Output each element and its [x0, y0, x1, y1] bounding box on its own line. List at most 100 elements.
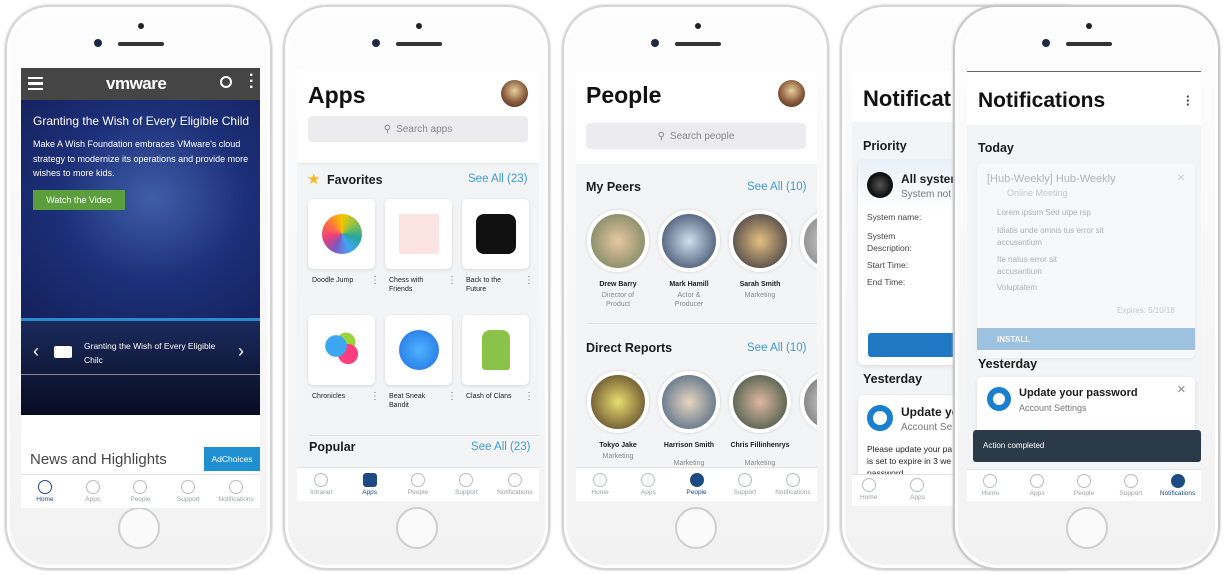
- tab-apps[interactable]: Apps: [624, 468, 672, 501]
- screen-apps: Apps ⚲ Search apps ★ Favorites See All (2…: [297, 70, 539, 501]
- app-more-icon[interactable]: ⋮: [447, 392, 457, 402]
- app-tile[interactable]: [308, 199, 375, 269]
- tab-intranet[interactable]: Intranet: [297, 468, 345, 501]
- apps-icon: [910, 478, 925, 492]
- tab-notifications[interactable]: Notifications: [769, 468, 817, 501]
- person-name[interactable]: Drew Barry: [583, 280, 653, 289]
- kebab-icon[interactable]: · · ·: [1186, 90, 1190, 111]
- tab-people[interactable]: People: [394, 468, 442, 501]
- compass-icon: [475, 214, 516, 254]
- reports-see-all[interactable]: See All (10): [747, 342, 806, 354]
- person-name[interactable]: F: [796, 441, 817, 450]
- front-camera: [94, 39, 102, 47]
- carousel-bar: ‹ Granting the Wish of Every Eligible Ch…: [21, 318, 260, 415]
- home-button[interactable]: [396, 507, 438, 549]
- app-tile[interactable]: [462, 199, 529, 269]
- close-icon[interactable]: ×: [1177, 381, 1186, 398]
- person-avatar[interactable]: [658, 210, 720, 272]
- person-role: Marketing: [602, 453, 634, 460]
- install-button[interactable]: INSTALL: [977, 328, 1195, 350]
- tab-apps[interactable]: Apps: [345, 468, 393, 501]
- person-name[interactable]: Tokyo Jake: [583, 441, 653, 450]
- person-avatar[interactable]: [587, 371, 649, 433]
- speaker: [675, 42, 721, 46]
- tab-label: People: [130, 496, 151, 503]
- person-avatar[interactable]: [800, 371, 817, 433]
- tab-home[interactable]: Home: [576, 468, 624, 501]
- tab-people[interactable]: People: [1061, 470, 1108, 501]
- app-more-icon[interactable]: ⋮: [370, 392, 380, 402]
- tab-people[interactable]: People: [117, 475, 165, 508]
- person-name[interactable]: Mark Hamill: [654, 280, 724, 289]
- tab-label: Apps: [85, 496, 101, 503]
- person-avatar[interactable]: [658, 371, 720, 433]
- app-more-icon[interactable]: ⋮: [370, 276, 380, 286]
- app-more-icon[interactable]: ⋮: [524, 276, 534, 286]
- app-tile[interactable]: [385, 315, 452, 385]
- people-icon: [133, 480, 148, 494]
- cube-icon: [593, 473, 608, 487]
- next-arrow-icon[interactable]: ›: [238, 341, 244, 362]
- tab-home[interactable]: Home: [967, 470, 1014, 501]
- adchoices-button[interactable]: AdChoices: [204, 447, 260, 471]
- watch-video-button[interactable]: Watch the Video: [33, 190, 125, 210]
- tab-support[interactable]: Support: [1107, 470, 1154, 501]
- search-input[interactable]: ⚲ Search people: [586, 123, 806, 149]
- avatar[interactable]: [501, 80, 528, 107]
- carousel-caption[interactable]: Granting the Wish of Every Eligible Chil…: [84, 339, 229, 367]
- search-input[interactable]: ⚲ Search apps: [308, 116, 528, 142]
- news-title: News and Highlights: [30, 451, 167, 468]
- person-avatar[interactable]: [800, 210, 817, 272]
- tab-support[interactable]: Support: [164, 475, 212, 508]
- prev-arrow-icon[interactable]: ‹: [33, 341, 39, 362]
- tab-apps[interactable]: Apps: [1014, 470, 1061, 501]
- screen-notifications-priority: Notificat Priority All system System not…: [852, 70, 962, 506]
- tab-notifications[interactable]: Notifications: [491, 468, 539, 501]
- search-icon[interactable]: [220, 76, 232, 88]
- tab-label: Apps: [1029, 490, 1045, 497]
- tab-notifications[interactable]: Notifications: [1154, 470, 1201, 501]
- photos-icon: [321, 214, 362, 254]
- home-button[interactable]: [118, 507, 160, 549]
- ghost-notification-card[interactable]: [Hub-Weekly] Hub-Weekly × Online Meeting…: [977, 163, 1195, 358]
- favorites-see-all[interactable]: See All (23): [468, 173, 527, 185]
- tab-support[interactable]: Support: [442, 468, 490, 501]
- tab-home[interactable]: Home: [21, 475, 69, 508]
- app-tile[interactable]: [308, 315, 375, 385]
- person-avatar[interactable]: [729, 210, 791, 272]
- peers-see-all[interactable]: See All (10): [747, 181, 806, 193]
- tab-apps[interactable]: Apps: [69, 475, 117, 508]
- tab-label: Home: [981, 490, 1000, 497]
- person-avatar[interactable]: [729, 371, 791, 433]
- person-name[interactable]: Sarah Smith: [725, 280, 795, 289]
- person-name[interactable]: Harrison Smith: [654, 441, 724, 450]
- install-button[interactable]: [868, 333, 962, 357]
- home-button[interactable]: [675, 507, 717, 549]
- app-more-icon[interactable]: ⋮: [447, 276, 457, 286]
- tab-home[interactable]: Home: [860, 478, 877, 501]
- tab-people[interactable]: People: [672, 468, 720, 501]
- person-name[interactable]: Chris Fillinhenrys: [725, 441, 795, 450]
- person-avatar[interactable]: [587, 210, 649, 272]
- home-button[interactable]: [1066, 507, 1108, 549]
- camera-dot: [1086, 23, 1092, 29]
- tab-label: Support: [1119, 490, 1143, 497]
- app-more-icon[interactable]: ⋮: [524, 392, 534, 402]
- kebab-icon[interactable]: · · ·: [249, 68, 254, 96]
- tab-label: Apps: [362, 489, 378, 496]
- app-tile[interactable]: [385, 199, 452, 269]
- hamburger-icon[interactable]: [28, 77, 43, 90]
- tab-notifications[interactable]: Notifications: [212, 475, 260, 508]
- avatar[interactable]: [778, 80, 805, 107]
- popular-see-all[interactable]: See All (23): [471, 441, 530, 453]
- android-icon: [481, 330, 510, 370]
- close-icon[interactable]: ×: [1177, 169, 1185, 185]
- priority-card[interactable]: All system System not System name: Syste…: [858, 160, 962, 365]
- app-name: Beat Sneak Bandit: [389, 393, 426, 409]
- person-name[interactable]: J: [796, 280, 817, 289]
- adobe-icon: [398, 214, 439, 254]
- card-subtitle: System not: [901, 189, 952, 200]
- tab-support[interactable]: Support: [721, 468, 769, 501]
- tab-apps[interactable]: Apps: [910, 478, 925, 501]
- app-tile[interactable]: [462, 315, 529, 385]
